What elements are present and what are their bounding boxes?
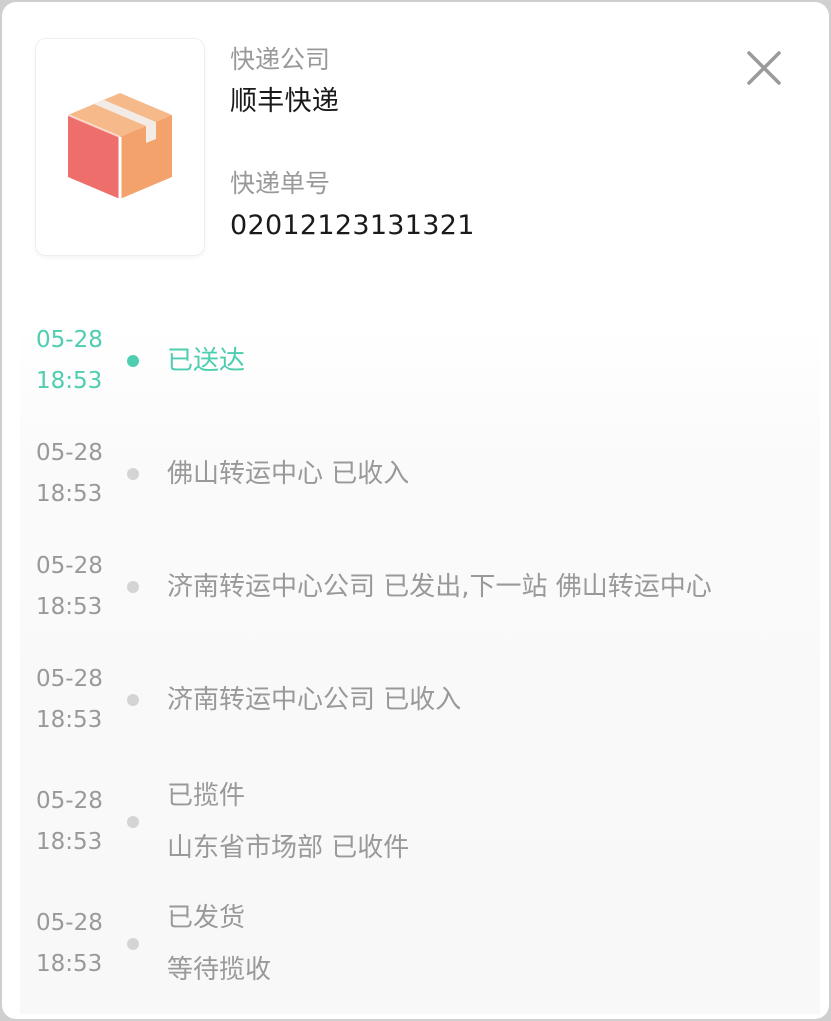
timeline-description-line: 济南转运中心公司 已发出,下一站 佛山转运中心 bbox=[167, 572, 712, 602]
timeline-date: 05-28 bbox=[36, 788, 103, 814]
timeline-date: 05-28 bbox=[36, 910, 103, 936]
close-button[interactable] bbox=[740, 44, 788, 92]
timeline-time: 18:53 bbox=[36, 707, 103, 733]
timeline-description-line: 山东省市场部 已收件 bbox=[167, 833, 410, 863]
company-label: 快递公司 bbox=[230, 45, 331, 74]
timeline-datetime: 05-28 18:53 bbox=[36, 546, 116, 628]
timeline-description-line: 已送达 bbox=[167, 346, 246, 376]
timeline-datetime: 05-28 18:53 bbox=[36, 903, 116, 985]
timeline-description: 已送达 bbox=[167, 335, 245, 387]
package-thumbnail bbox=[36, 39, 204, 255]
timeline-datetime: 05-28 18:53 bbox=[36, 320, 116, 402]
timeline-dot bbox=[127, 816, 139, 828]
timeline-dot bbox=[127, 355, 139, 367]
timeline-dot bbox=[127, 938, 139, 950]
timeline-date: 05-28 bbox=[36, 553, 103, 579]
tracking-number: 02012123131321 bbox=[230, 210, 475, 241]
timeline-time: 18:53 bbox=[36, 481, 103, 507]
timeline-time: 18:53 bbox=[36, 829, 103, 855]
timeline-description: 已揽件山东省市场部 已收件 bbox=[167, 770, 409, 874]
timeline-description-line: 佛山转运中心 已收入 bbox=[167, 459, 410, 489]
timeline-time: 18:53 bbox=[36, 951, 103, 977]
timeline-dot bbox=[127, 468, 139, 480]
timeline-date: 05-28 bbox=[36, 666, 103, 692]
timeline-description-line: 济南转运中心公司 已收入 bbox=[167, 685, 462, 715]
timeline-date: 05-28 bbox=[36, 440, 103, 466]
timeline-datetime: 05-28 18:53 bbox=[36, 659, 116, 741]
timeline-description: 已发货 等待揽收 bbox=[167, 892, 271, 996]
logistics-card: 快递公司 顺丰快递 快递单号 02012123131321 05-28 18:53… bbox=[2, 2, 829, 1019]
timeline-datetime: 05-28 18:53 bbox=[36, 781, 116, 863]
timeline-dot bbox=[127, 694, 139, 706]
timeline-description: 佛山转运中心 已收入 bbox=[167, 448, 409, 500]
timeline-description: 济南转运中心公司 已发出,下一站 佛山转运中心 bbox=[167, 561, 712, 613]
package-box-icon bbox=[67, 93, 172, 199]
timeline-time: 18:53 bbox=[36, 368, 103, 394]
timeline-time: 18:53 bbox=[36, 594, 103, 620]
timeline-description: 济南转运中心公司 已收入 bbox=[167, 674, 461, 726]
company-value: 顺丰快递 bbox=[230, 86, 340, 117]
tracking-label: 快递单号 bbox=[230, 169, 331, 198]
timeline-datetime: 05-28 18:53 bbox=[36, 433, 116, 515]
timeline-description-line: 等待揽收 bbox=[167, 955, 272, 985]
timeline-description-line: 已揽件 bbox=[167, 781, 246, 811]
timeline-date: 05-28 bbox=[36, 327, 103, 353]
close-icon[interactable] bbox=[740, 44, 788, 92]
timeline-dot bbox=[127, 581, 139, 593]
timeline-background bbox=[20, 324, 820, 1014]
shipment-info: 快递公司 顺丰快递 快递单号 02012123131321 bbox=[230, 40, 475, 248]
timeline-description-line: 已发货 bbox=[167, 903, 246, 933]
